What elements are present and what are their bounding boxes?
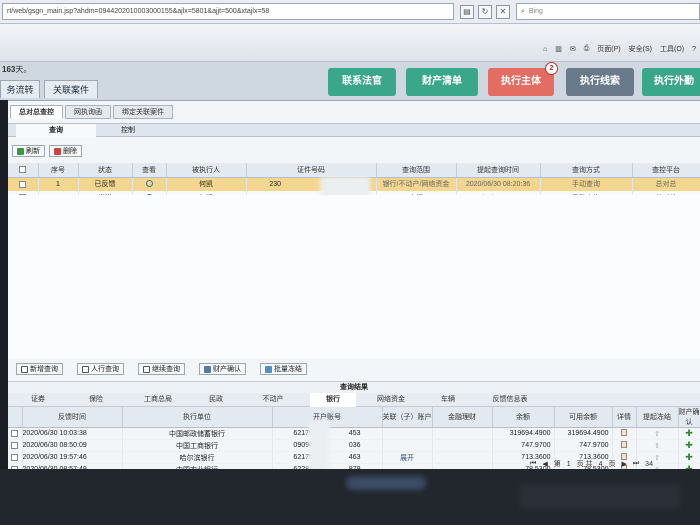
cat-civil[interactable]: 民政 (196, 393, 236, 407)
header-status: 状态 (78, 163, 133, 178)
last-page[interactable]: ⏭ (633, 460, 639, 468)
cat-insurance[interactable]: 保险 (76, 393, 116, 407)
exec-subject-button[interactable]: 执行主体 2 (488, 62, 558, 96)
taskbar-blur (346, 476, 426, 490)
category-tabs: 证券 保险 工商总局 民政 不动产 银行 网络资金 车辆 反馈信息表 (8, 393, 700, 407)
continue-query-button[interactable]: 继续查询 (138, 363, 185, 375)
row-checkbox[interactable] (11, 441, 19, 449)
freeze-icon (265, 365, 272, 373)
subtab-control[interactable]: 控制 (98, 124, 158, 137)
table-header: 序号 状态 查看 被执行人 证件号码 查询范围 提起查询时间 查询方式 查控平台 (8, 163, 700, 178)
tray-blur (520, 485, 680, 509)
search-icon: ⌕ (521, 7, 525, 15)
confirm-icon (204, 365, 211, 373)
header-scope: 查询范围 (376, 163, 457, 178)
search-input[interactable]: ⌕ Bing (516, 3, 700, 20)
detail-icon[interactable] (621, 441, 627, 448)
row-checkbox[interactable] (19, 180, 27, 188)
doc-icon (21, 365, 28, 373)
header-name: 被执行人 (166, 163, 247, 178)
tab-total-query[interactable]: 总对总查控 (10, 105, 63, 119)
asset-list-button[interactable]: 财产清单 (406, 68, 478, 96)
batch-freeze-button[interactable]: 批量冻结 (260, 363, 307, 375)
delete-icon (54, 147, 61, 155)
header-checkbox[interactable] (8, 163, 39, 178)
days-text: 163天。 (2, 65, 32, 74)
print-icon[interactable]: ⎙ (584, 44, 590, 54)
table-header: 反馈时间 执行单位 开户账号 关联（子）账户 金融理财 余额 可用余额 详情 提… (8, 407, 700, 428)
asset-confirm-button[interactable]: 财产确认 (199, 363, 246, 375)
url-field[interactable]: rt/web/gsgn_main.jsp?ahdm=09442020100030… (2, 3, 454, 20)
table-row[interactable]: 2020/06/30 08:50:09 中国工商银行 09090 036 747.970… (8, 439, 700, 452)
search-placeholder: Bing (528, 8, 543, 15)
row-checkbox[interactable] (11, 453, 19, 461)
address-bar: rt/web/gsgn_main.jsp?ahdm=09442020100030… (0, 0, 700, 24)
cat-saic[interactable]: 工商总局 (128, 393, 188, 407)
field-work-button[interactable]: 执行外勤 (642, 68, 700, 96)
prev-arrow[interactable]: ◀ (542, 460, 547, 468)
close-icon[interactable]: ✕ (496, 4, 510, 19)
exec-clue-button[interactable]: 执行线索 (566, 68, 634, 96)
detail-icon[interactable] (621, 429, 627, 436)
doc-icon (82, 365, 89, 373)
header-seq: 序号 (38, 163, 79, 178)
freeze-arrow-icon[interactable]: ⇧ (654, 431, 660, 438)
page-label: 第 (553, 461, 561, 468)
menu-page[interactable]: 页面(P) (597, 44, 620, 54)
notification-badge: 2 (545, 62, 558, 75)
cat-netfunds[interactable]: 网络资金 (364, 393, 418, 407)
contact-judge-button[interactable]: 联系法官 (328, 68, 396, 96)
feed-icon[interactable]: ▥ (555, 44, 562, 54)
pboc-query-button[interactable]: 人行查询 (77, 363, 124, 375)
expand-link[interactable] (382, 439, 433, 452)
refresh-button[interactable]: 刷新 (12, 145, 45, 157)
mail-icon[interactable]: ✉ (570, 44, 576, 54)
page-input[interactable]: 1 (567, 461, 571, 468)
expand-link[interactable]: 展开 (382, 451, 433, 464)
delete-button[interactable]: 删除 (49, 145, 82, 157)
home-icon[interactable]: ⌂ (543, 44, 547, 54)
refresh-icon[interactable]: ↻ (478, 4, 492, 19)
cat-vehicle[interactable]: 车辆 (428, 393, 468, 407)
tab-network-inquiry[interactable]: 网执询函 (65, 105, 111, 119)
table-row[interactable]: 2020/06/30 10:03:38 中国邮政储蓄银行 62179 453 31969… (8, 427, 700, 440)
header-id: 证件号码 (246, 163, 377, 178)
cat-realestate[interactable]: 不动产 (250, 393, 296, 407)
next-arrow[interactable]: ▶ (621, 460, 626, 468)
cat-securities[interactable]: 证券 (18, 393, 58, 407)
result-title: 查询结果 (8, 381, 700, 393)
subtabs: 查询 控制 (8, 123, 700, 137)
prev-page[interactable]: ⏮ (530, 460, 536, 468)
add-asset-icon[interactable]: ✚ (685, 440, 693, 450)
compat-icon[interactable]: ▤ (460, 4, 474, 19)
view-icon[interactable] (145, 179, 153, 187)
app-header: 163天。 务流转 关联案件 联系法官 财产清单 执行主体 2 执行线索 执行外… (0, 62, 700, 100)
new-query-button[interactable]: 新增查询 (16, 363, 63, 375)
toolbar-strip: ⌂ ▥ ✉ ⎙ 页面(P) 安全(S) 工具(O) ? (0, 24, 700, 62)
refresh-icon (17, 147, 24, 155)
header-platform: 查控平台 (632, 163, 700, 178)
header-view: 查看 (132, 163, 167, 178)
header-method: 查询方式 (540, 163, 633, 178)
expand-link[interactable] (382, 427, 433, 440)
menu-security[interactable]: 安全(S) (629, 44, 652, 54)
tab-bind-case[interactable]: 绑定关联案件 (113, 105, 173, 119)
main-content: 总对总查控 网执询函 绑定关联案件 查询 控制 刷新 删除 序号 状态 查看 被… (8, 100, 700, 525)
tab-related-cases[interactable]: 关联案件 (44, 80, 98, 98)
help-icon[interactable]: ? (692, 44, 696, 54)
tab-business-flow[interactable]: 务流转 (0, 80, 40, 98)
empty-area (8, 195, 700, 359)
header-time: 提起查询时间 (456, 163, 541, 178)
freeze-arrow-icon[interactable]: ⇧ (654, 443, 660, 450)
cat-bank[interactable]: 银行 (310, 393, 356, 407)
doc-icon (143, 365, 150, 373)
row-checkbox[interactable] (11, 429, 19, 437)
cat-feedback[interactable]: 反馈信息表 (478, 393, 542, 407)
add-asset-icon[interactable]: ✚ (685, 428, 693, 438)
subtab-query[interactable]: 查询 (16, 124, 96, 137)
menu-tools[interactable]: 工具(O) (660, 44, 684, 54)
